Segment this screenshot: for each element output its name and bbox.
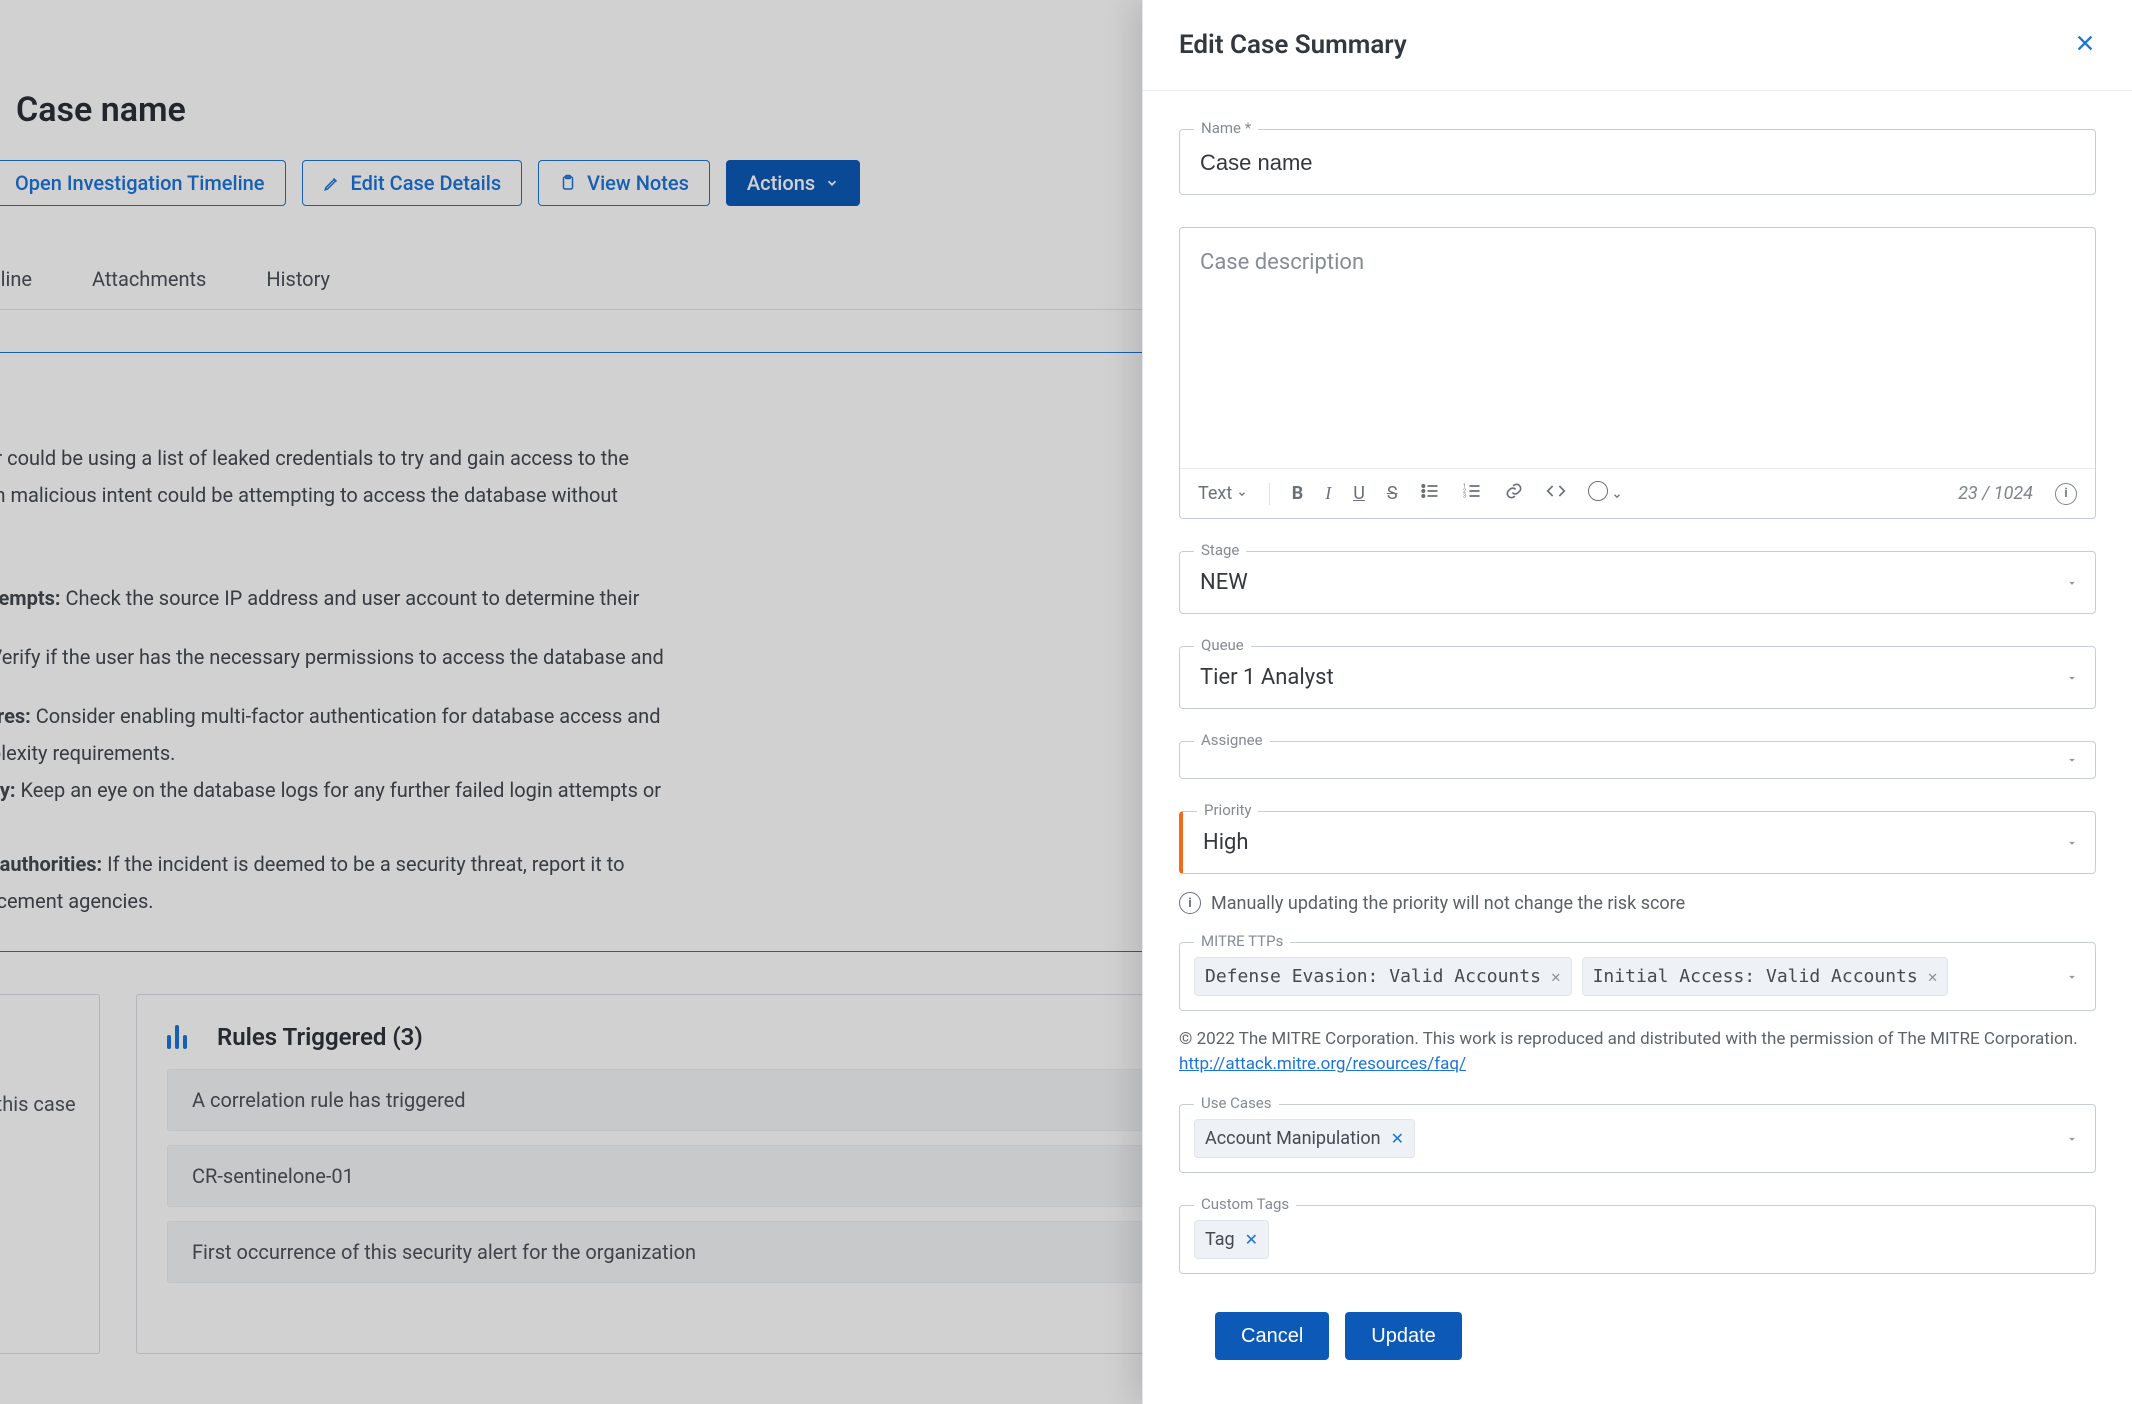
chip-remove[interactable]: ✕ xyxy=(1551,967,1561,986)
close-button[interactable] xyxy=(2074,32,2096,58)
priority-note: i Manually updating the priority will no… xyxy=(1179,892,2096,914)
shape-icon[interactable] xyxy=(1588,481,1622,506)
description-placeholder[interactable]: Case description xyxy=(1180,228,2095,468)
rules-icon xyxy=(167,1025,187,1049)
name-field[interactable]: Name * xyxy=(1179,129,2096,195)
edit-case-drawer: Edit Case Summary Name * Case descriptio… xyxy=(1142,0,2132,1404)
actions-button[interactable]: Actions xyxy=(726,160,860,206)
caret-down-icon xyxy=(2065,576,2079,590)
usecases-select[interactable]: Use Cases Account Manipulation✕ xyxy=(1179,1104,2096,1173)
rules-title: Rules Triggered (3) xyxy=(217,1023,423,1051)
drawer-title: Edit Case Summary xyxy=(1179,30,1407,60)
code-icon[interactable] xyxy=(1546,481,1566,506)
chevron-down-icon xyxy=(825,176,839,190)
ttps-select[interactable]: MITRE TTPs Defense Evasion: Valid Accoun… xyxy=(1179,942,2096,1011)
chip-remove[interactable]: ✕ xyxy=(1245,1230,1258,1249)
description-field[interactable]: Case description Text B I U S 123 23 / 1… xyxy=(1179,227,2096,519)
mitre-faq-link[interactable]: http://attack.mitre.org/resources/faq/ xyxy=(1179,1054,1466,1074)
link-icon[interactable] xyxy=(1504,481,1524,506)
queue-select[interactable]: Queue Tier 1 Analyst xyxy=(1179,646,2096,709)
tab-history[interactable]: History xyxy=(266,267,330,291)
strike-icon[interactable]: S xyxy=(1387,483,1398,504)
clipboard-icon xyxy=(559,174,577,192)
editor-toolbar: Text B I U S 123 23 / 1024 i xyxy=(1180,468,2095,518)
pencil-icon xyxy=(323,174,341,192)
open-timeline-button[interactable]: Open Investigation Timeline xyxy=(0,160,286,206)
info-icon: i xyxy=(1179,892,1201,914)
mitre-legal: © 2022 The MITRE Corporation. This work … xyxy=(1179,1027,2096,1076)
update-button[interactable]: Update xyxy=(1345,1312,1462,1360)
assignee-select[interactable]: Assignee xyxy=(1179,741,2096,779)
bullet-list-icon[interactable] xyxy=(1420,481,1440,506)
text-style-select[interactable]: Text xyxy=(1198,483,1247,504)
caret-down-icon xyxy=(2065,753,2079,767)
stage-select[interactable]: Stage NEW xyxy=(1179,551,2096,614)
caret-down-icon xyxy=(2065,671,2079,685)
ttp-chip: Defense Evasion: Valid Accounts✕ xyxy=(1194,957,1572,996)
ttp-chip: Initial Access: Valid Accounts✕ xyxy=(1582,957,1949,996)
edit-case-button[interactable]: Edit Case Details xyxy=(302,160,523,206)
tag-chip: Tag✕ xyxy=(1194,1220,1269,1259)
page-title: Case name xyxy=(16,90,186,130)
mini-line: ated with this case xyxy=(0,1089,81,1119)
bold-icon[interactable]: B xyxy=(1292,483,1304,504)
svg-text:3: 3 xyxy=(1462,494,1465,500)
tags-field[interactable]: Custom Tags Tag✕ xyxy=(1179,1205,2096,1274)
info-icon[interactable]: i xyxy=(2055,483,2077,505)
usecase-chip: Account Manipulation✕ xyxy=(1194,1119,1415,1158)
name-input[interactable] xyxy=(1180,130,2095,194)
italic-icon[interactable]: I xyxy=(1325,483,1331,504)
cancel-button[interactable]: Cancel xyxy=(1215,1312,1329,1360)
caret-down-icon xyxy=(2065,836,2079,850)
tab-timeline[interactable]: eline xyxy=(0,267,32,291)
tab-attachments[interactable]: Attachments xyxy=(92,267,206,291)
caret-down-icon xyxy=(2065,970,2079,984)
underline-icon[interactable]: U xyxy=(1353,483,1365,504)
chip-remove[interactable]: ✕ xyxy=(1928,967,1938,986)
caret-down-icon xyxy=(2065,1132,2079,1146)
side-mini-card: ated with this case xyxy=(0,994,100,1354)
view-notes-button[interactable]: View Notes xyxy=(538,160,710,206)
chip-remove[interactable]: ✕ xyxy=(1391,1129,1404,1148)
close-icon xyxy=(2074,32,2096,54)
ordered-list-icon[interactable]: 123 xyxy=(1462,481,1482,506)
char-counter: 23 / 1024 xyxy=(1958,483,2033,504)
priority-select[interactable]: Priority High xyxy=(1179,811,2096,874)
